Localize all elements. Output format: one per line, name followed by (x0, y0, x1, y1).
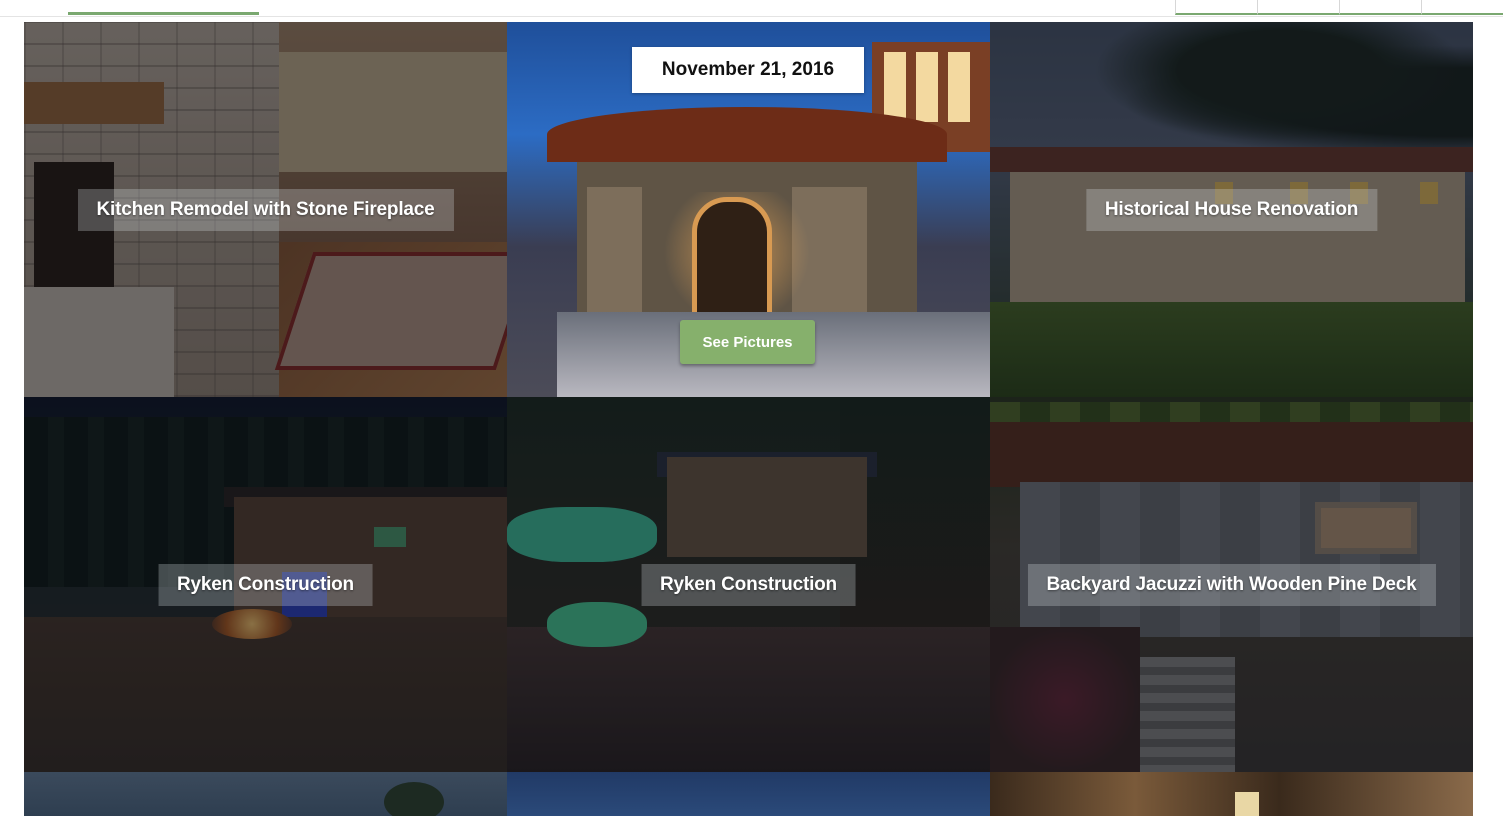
project-tile-featured[interactable]: November 21, 2016 See Pictures (507, 22, 990, 397)
tile-photo (384, 782, 444, 816)
see-pictures-button[interactable]: See Pictures (680, 320, 815, 364)
project-tile-backyard-jacuzzi[interactable]: Backyard Jacuzzi with Wooden Pine Deck (990, 397, 1473, 772)
project-gallery-grid: Kitchen Remodel with Stone Fireplace Nov… (24, 22, 1473, 816)
top-nav-bar (0, 0, 1503, 17)
top-nav-tabs (1175, 0, 1503, 16)
project-title: Ryken Construction (158, 563, 373, 606)
project-title: Historical House Renovation (1085, 188, 1378, 231)
project-tile-partial[interactable] (24, 772, 507, 816)
top-nav-tab[interactable] (1421, 0, 1503, 15)
project-tile-kitchen-remodel[interactable]: Kitchen Remodel with Stone Fireplace (24, 22, 507, 397)
project-tile-partial[interactable] (990, 772, 1473, 816)
tile-photo (1235, 792, 1259, 816)
project-tile-historical-house[interactable]: Historical House Renovation (990, 22, 1473, 397)
project-tile-ryken-construction-pool[interactable]: Ryken Construction (507, 397, 990, 772)
post-date-badge: November 21, 2016 (632, 47, 864, 93)
project-tile-ryken-construction[interactable]: Ryken Construction (24, 397, 507, 772)
top-nav-tab[interactable] (1175, 0, 1257, 15)
top-nav-tab[interactable] (1339, 0, 1421, 15)
project-title: Backyard Jacuzzi with Wooden Pine Deck (1027, 563, 1436, 606)
project-title: Ryken Construction (641, 563, 856, 606)
project-title: Kitchen Remodel with Stone Fireplace (77, 188, 454, 231)
active-nav-indicator (68, 12, 259, 15)
top-nav-tab[interactable] (1257, 0, 1339, 15)
project-tile-partial[interactable] (507, 772, 990, 816)
